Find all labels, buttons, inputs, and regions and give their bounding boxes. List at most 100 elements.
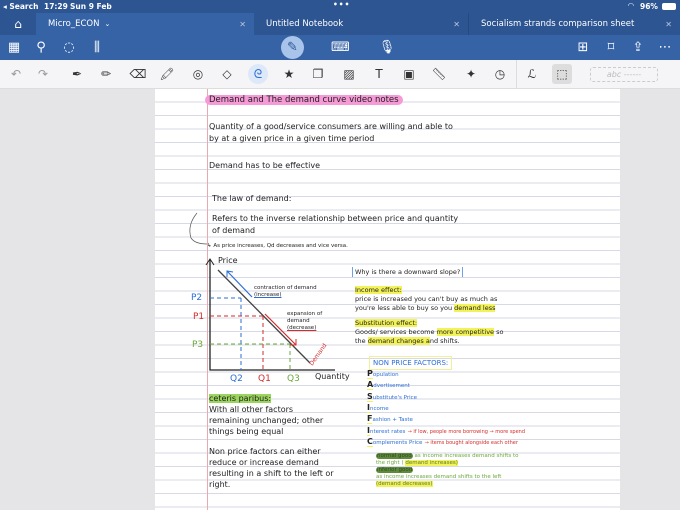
wifi-icon: ︎◠ xyxy=(628,1,634,10)
audio-icon[interactable]: ⫼ xyxy=(88,39,106,56)
page-title: Demand and The demand curve video notes xyxy=(205,95,403,105)
ceteris-line-3: things being equal xyxy=(209,427,284,436)
p3-label: P3 xyxy=(192,340,204,350)
laser-pointer-icon[interactable]: ✦ xyxy=(462,67,480,81)
more-icon[interactable]: ⋯ xyxy=(656,39,674,56)
income-effect-heading: Income effect: xyxy=(355,286,402,294)
pasific-text: dvertisement xyxy=(373,383,410,390)
law-heading: The law of demand: xyxy=(212,194,292,203)
lasso-ai-icon[interactable]: ◌ xyxy=(60,39,78,56)
tab-socialism[interactable]: Socialism strands comparison sheet ✕ xyxy=(469,13,680,35)
keyboard-icon[interactable]: ⌨ xyxy=(331,39,350,56)
pasific-item: Substitute's Price xyxy=(367,391,418,403)
status-bar: ◂ Search 17:29 Sun 9 Feb ••• ︎◠ 96% xyxy=(0,0,680,13)
normal-good-note: normal good as income increases demand s… xyxy=(376,453,519,466)
pasific-text: nterest rates xyxy=(369,428,406,435)
microphone-icon[interactable]: 🎙︎ xyxy=(378,39,396,56)
pasific-text: ubstitute's Price xyxy=(372,394,418,401)
battery-level: 96% xyxy=(640,2,658,11)
add-page-icon[interactable]: ⊞ xyxy=(574,39,592,56)
tab-micro-econ[interactable]: Micro_ECON ⌄ ✕ xyxy=(36,13,254,35)
pasific-text: ncome xyxy=(369,405,389,412)
pasific-item: Complements Price → items bought alongsi… xyxy=(367,436,518,448)
expansion-label: expansion of demand (decrease) xyxy=(287,311,323,331)
handwriting-input[interactable]: abc ------ xyxy=(590,67,658,82)
bookmark-icon[interactable]: ⌑ xyxy=(602,39,620,56)
refers-line-1: Refers to the inverse relationship betwe… xyxy=(212,214,459,223)
contraction-arrow xyxy=(226,270,253,298)
share-icon[interactable]: ⇪ xyxy=(629,39,647,56)
refers-line-2: of demand xyxy=(212,226,256,235)
ruler-icon[interactable]: 📏︎ xyxy=(430,67,448,81)
pasific-text: omplements Price xyxy=(372,439,423,446)
arrow-note: ↳ As price increases, Qd decreases and v… xyxy=(207,243,348,249)
chevron-down-icon[interactable]: ⌄ xyxy=(104,20,110,28)
home-icon[interactable]: ⌂ xyxy=(0,13,36,35)
fountain-pen-icon[interactable]: ✒ xyxy=(68,67,86,81)
text-box-icon[interactable]: T xyxy=(370,67,388,81)
income-line-2: you're less able to buy so you demand le… xyxy=(355,304,496,312)
pasific-note: → items bought alongside each other xyxy=(424,439,518,446)
q3-label: Q3 xyxy=(287,374,300,384)
non-price-factors-title: NON PRICE FACTORS: xyxy=(369,356,453,370)
pasific-text: opulation xyxy=(372,372,399,378)
sticker-icon[interactable]: ★ xyxy=(280,67,298,81)
ceteris-line-1: With all other factors xyxy=(209,405,294,414)
back-to-search[interactable]: ◂ Search xyxy=(3,2,38,11)
x-axis-label: Quantity xyxy=(315,372,350,381)
close-icon[interactable]: ✕ xyxy=(453,20,460,29)
redo-icon[interactable]: ↷ xyxy=(34,67,52,81)
pasific-text: ashion + Taste xyxy=(372,417,413,424)
tab-bar: ⌂ Micro_ECON ⌄ ✕ Untitled Notebook ✕ Social… xyxy=(0,13,680,35)
definition-line-1: Quantity of a good/service consumers are… xyxy=(209,122,453,131)
pen-mode-icon[interactable]: ✎ xyxy=(281,36,304,59)
divider xyxy=(516,60,517,88)
tab-label: Socialism strands comparison sheet xyxy=(481,19,635,29)
lasso-options-icon[interactable]: ℒ xyxy=(523,67,541,81)
pasific-item: Population xyxy=(367,369,399,380)
eraser-icon[interactable]: ⌫ xyxy=(129,67,147,81)
selection-box-icon[interactable]: ⬚ xyxy=(552,64,572,84)
image-icon[interactable]: ▨ xyxy=(340,67,358,81)
elements-icon[interactable]: ❐ xyxy=(309,67,327,81)
close-icon[interactable]: ✕ xyxy=(665,20,672,29)
p1-label: P1 xyxy=(193,312,205,322)
npf-line-1: Non price factors can either xyxy=(209,447,321,456)
pasific-note: → if low, people more borrowing → more s… xyxy=(407,428,526,435)
multitask-dots-icon[interactable]: ••• xyxy=(333,0,350,9)
pasific-item: Advertisement xyxy=(367,380,410,391)
npf-line-4: right. xyxy=(209,480,231,489)
close-icon[interactable]: ✕ xyxy=(239,20,246,29)
pasific-item: Interest rates → if low, people more bor… xyxy=(367,425,526,437)
shapes-icon[interactable]: ◇ xyxy=(218,67,236,81)
battery-icon xyxy=(662,3,676,10)
camera-image-icon[interactable]: ▣ xyxy=(400,67,418,81)
y-axis-label: Price xyxy=(218,256,238,265)
time: 17:29 xyxy=(44,2,68,11)
pencil-icon[interactable]: ✏ xyxy=(97,67,115,81)
q2-label: Q2 xyxy=(230,374,243,384)
grid-view-icon[interactable]: ▦ xyxy=(5,39,23,56)
effective-note: Demand has to be effective xyxy=(209,161,321,170)
lasso-icon[interactable]: ᘓ xyxy=(248,64,268,84)
npf-line-3: resulting in a shift to the left or xyxy=(209,469,334,478)
main-toolbar: ▦ ⚲ ◌ ⫼ ✎ ⌨ 🎙︎ ⊞ ⌑ ⇪ ⋯ xyxy=(0,35,680,60)
tab-label: Micro_ECON xyxy=(48,19,100,29)
tab-label: Untitled Notebook xyxy=(266,19,344,29)
pasific-item: Fashion + Taste xyxy=(367,414,413,425)
date: Sun 9 Feb xyxy=(70,2,112,11)
ceteris-line-2: remaining unchanged; other xyxy=(209,416,324,425)
tool-row: ↶ ↷ ✒ ✏ ⌫ 🖍︎ ◎ ◇ ᘓ ★ ❐ ▨ T ▣ 📏︎ ✦ ◷ ℒ ⬚ … xyxy=(0,60,680,89)
substitution-heading: Substitution effect: xyxy=(355,319,418,327)
tape-icon[interactable]: ◎ xyxy=(189,67,207,81)
p2-label: P2 xyxy=(191,293,203,303)
why-heading: Why is there a downward slope? xyxy=(352,267,464,277)
undo-icon[interactable]: ↶ xyxy=(7,67,25,81)
highlighter-icon[interactable]: 🖍︎ xyxy=(158,67,176,81)
demand-graph xyxy=(205,258,335,371)
clock-icon[interactable]: ◷ xyxy=(491,67,509,81)
tab-untitled-notebook[interactable]: Untitled Notebook ✕ xyxy=(254,13,469,35)
search-icon[interactable]: ⚲ xyxy=(32,39,50,56)
ceteris-paribus-heading: ceteris paribus: xyxy=(209,394,272,403)
contraction-label: contraction of demand (increase) xyxy=(254,285,317,298)
